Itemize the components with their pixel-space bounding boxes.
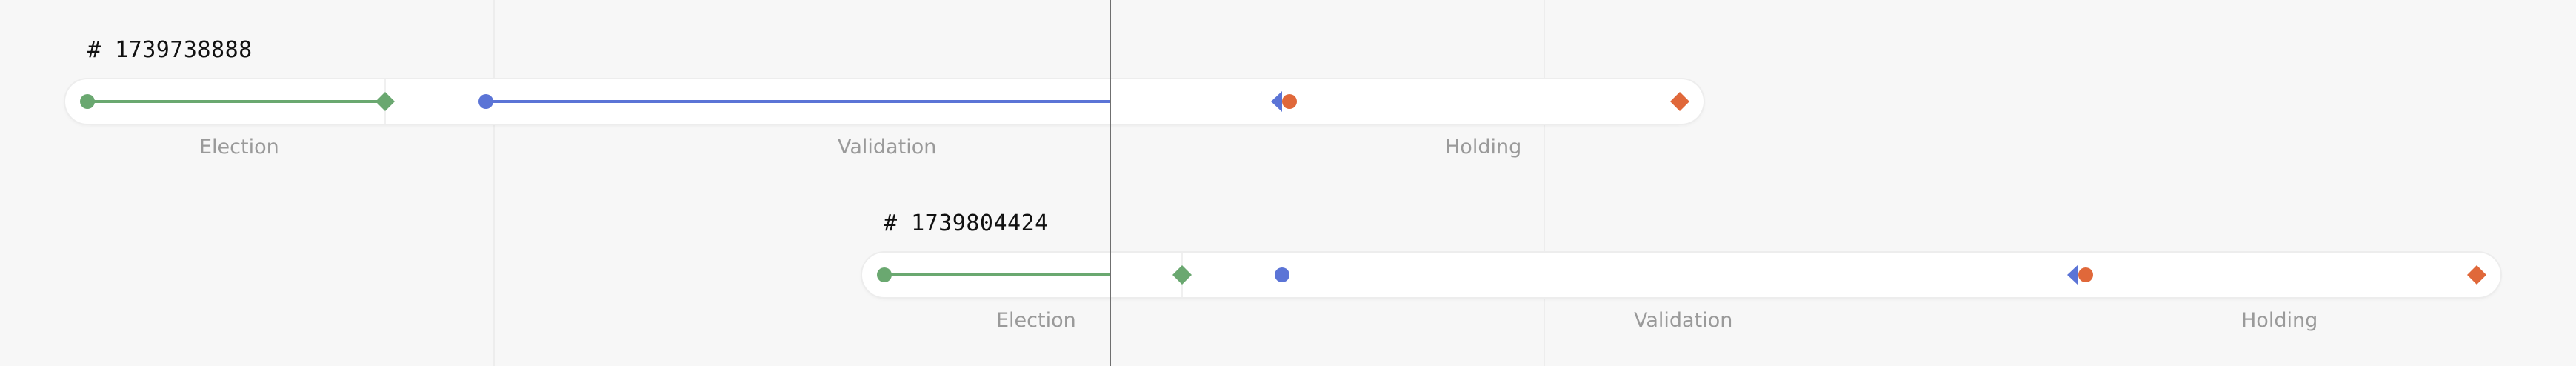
timeline-2-holding-start-icon[interactable] (2078, 267, 2093, 282)
timeline-2-holding-end-icon[interactable] (2467, 265, 2486, 285)
timeline-1-validation-start-icon[interactable] (478, 94, 493, 109)
timeline-view: # 1739738888 Election Validation Holding… (0, 0, 2576, 366)
timeline-2-election-end-icon[interactable] (1172, 265, 1192, 285)
timeline-2-election-start-icon[interactable] (877, 267, 892, 282)
timeline-1-election-start-icon[interactable] (80, 94, 95, 109)
timeline-1-holding-start-icon[interactable] (1282, 94, 1297, 109)
current-time-line (1110, 0, 1111, 366)
timeline-1-validation-end-icon[interactable] (1271, 91, 1282, 112)
timeline-2-validation-start-icon[interactable] (1275, 267, 1289, 282)
timeline-overlay (80, 79, 2486, 297)
timeline-1-holding-end-icon[interactable] (1670, 92, 1689, 111)
timeline-2-validation-end-icon[interactable] (2067, 264, 2078, 285)
timeline-1-election-end-icon[interactable] (376, 92, 395, 111)
